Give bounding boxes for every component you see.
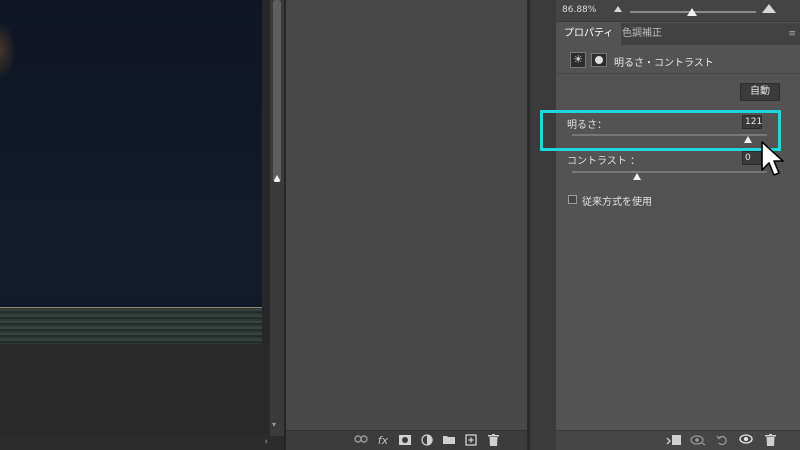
contrast-slider-thumb[interactable] bbox=[633, 173, 641, 180]
zoom-value[interactable]: 86.88% bbox=[562, 5, 596, 15]
zoom-in-icon[interactable] bbox=[762, 4, 776, 13]
legacy-checkbox[interactable] bbox=[568, 195, 577, 204]
new-layer-icon[interactable] bbox=[463, 434, 479, 448]
image-water bbox=[0, 308, 262, 344]
brightness-highlight-box bbox=[540, 110, 781, 151]
panel-menu-icon[interactable]: ≡ bbox=[788, 29, 796, 39]
reset-icon[interactable] bbox=[714, 434, 730, 448]
layers-panel bbox=[286, 0, 527, 450]
canvas-vertical-scrollbar[interactable]: ▾ bbox=[270, 0, 284, 436]
tab-adjustments[interactable]: 色調補正 bbox=[614, 23, 670, 45]
contrast-value-field[interactable]: 0 bbox=[742, 151, 762, 165]
adjustment-header: ☀ 明るさ・コントラスト bbox=[556, 46, 800, 74]
fx-icon[interactable]: fx bbox=[375, 434, 391, 448]
image-light-glow bbox=[0, 20, 16, 80]
trash-icon[interactable] bbox=[485, 434, 501, 448]
layer-mask-icon[interactable] bbox=[591, 53, 607, 67]
clip-to-layer-icon[interactable] bbox=[666, 434, 682, 448]
properties-footer bbox=[556, 430, 800, 450]
document-canvas[interactable] bbox=[0, 0, 270, 436]
view-previous-icon[interactable] bbox=[690, 434, 706, 448]
visibility-icon[interactable] bbox=[738, 434, 754, 448]
adjustment-title: 明るさ・コントラスト bbox=[614, 58, 714, 69]
zoom-slider-thumb[interactable] bbox=[687, 8, 697, 16]
properties-panel: 86.88% プロパティ 色調補正 ≡ ☀ 明るさ・コントラスト 自動 明るさ：… bbox=[556, 0, 800, 450]
contrast-slider-track[interactable] bbox=[572, 171, 767, 173]
trash-icon[interactable] bbox=[762, 434, 778, 448]
contrast-label: コントラスト ： bbox=[567, 156, 640, 167]
properties-tabs: プロパティ 色調補正 ≡ bbox=[556, 23, 800, 45]
canvas-pasteboard bbox=[0, 344, 270, 436]
mouse-pointer-icon bbox=[760, 140, 786, 180]
mask-icon[interactable] bbox=[397, 434, 413, 448]
scroll-down-arrow-icon[interactable]: ▾ bbox=[272, 420, 276, 429]
auto-button[interactable]: 自動 bbox=[740, 83, 780, 101]
adjustment-icon[interactable] bbox=[419, 434, 435, 448]
document-image bbox=[0, 0, 262, 344]
zoom-out-icon[interactable] bbox=[614, 6, 622, 12]
layers-panel-footer: fx bbox=[286, 430, 527, 450]
link-icon[interactable] bbox=[353, 434, 369, 448]
panel-dock-gap bbox=[530, 0, 556, 450]
canvas-horizontal-scrollbar[interactable]: › bbox=[0, 436, 284, 450]
tab-properties[interactable]: プロパティ bbox=[556, 23, 622, 45]
legacy-checkbox-label[interactable]: 従来方式を使用 bbox=[582, 193, 652, 208]
vertical-scroll-thumb[interactable] bbox=[273, 0, 281, 182]
navigator-zoom-bar: 86.88% bbox=[556, 0, 800, 22]
folder-icon[interactable] bbox=[441, 434, 457, 448]
brightness-icon: ☀ bbox=[570, 52, 586, 68]
scroll-right-arrow-icon[interactable]: › bbox=[264, 437, 268, 447]
